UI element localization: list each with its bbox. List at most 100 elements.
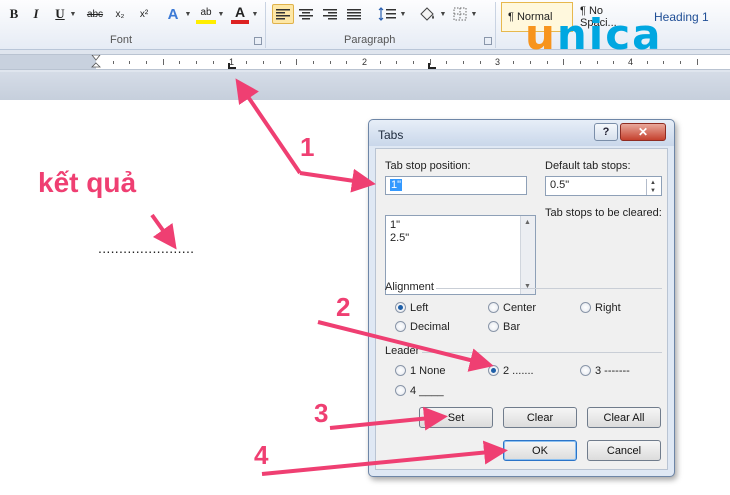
ruler-tick <box>463 61 465 64</box>
clear-button[interactable]: Clear <box>503 407 577 428</box>
alignment-left-radio[interactable] <box>395 302 406 313</box>
alignment-center-label[interactable]: Center <box>503 302 536 314</box>
superscript-button[interactable]: x² <box>134 4 154 24</box>
alignment-center-radio[interactable] <box>488 302 499 313</box>
alignment-right-label[interactable]: Right <box>595 302 621 314</box>
tab-stop-position-value: 1" <box>390 179 403 191</box>
ruler-tick <box>413 61 415 64</box>
ruler-number: 2 <box>362 57 368 67</box>
leader-dots-label[interactable]: 2 ....... <box>503 365 534 377</box>
paragraph-dialog-launcher-icon[interactable] <box>484 37 492 45</box>
ruler-tick <box>696 59 698 65</box>
dialog-title: Tabs <box>378 128 404 142</box>
ok-button[interactable]: OK <box>503 440 577 461</box>
justify-icon <box>347 9 361 20</box>
ruler-tick <box>579 61 581 64</box>
tabs-dialog: Tabs ? ✕ Tab stop position: 1" 1" 2.5" ▲… <box>368 119 675 477</box>
leader-none-label[interactable]: 1 None <box>410 365 445 377</box>
leader-divider <box>422 352 662 353</box>
list-item[interactable]: 2.5" <box>390 232 409 244</box>
tab-stop-position-label: Tab stop position: <box>385 160 471 172</box>
clear-all-button[interactable]: Clear All <box>587 407 661 428</box>
default-tab-stops-spinner[interactable]: ▲ ▼ <box>646 179 659 195</box>
ruler-tick <box>329 61 331 64</box>
line-spacing-dropdown-icon[interactable]: ▼ <box>399 4 407 24</box>
step-1-label: 1 <box>300 132 315 162</box>
ruler-area: 1 2 3 4 <box>0 50 730 100</box>
leader-dashes-label[interactable]: 3 ------- <box>595 365 630 377</box>
borders-dropdown-icon[interactable]: ▼ <box>470 4 478 24</box>
alignment-left-label[interactable]: Left <box>410 302 428 314</box>
alignment-bar-radio[interactable] <box>488 321 499 332</box>
ruler-tick <box>446 61 448 64</box>
step-4-label: 4 <box>254 440 269 470</box>
alignment-right-radio[interactable] <box>580 302 591 313</box>
ruler-tick <box>429 59 431 65</box>
ruler-tick <box>162 59 164 65</box>
leader-dashes-radio[interactable] <box>580 365 591 376</box>
alignment-bar-label[interactable]: Bar <box>503 321 520 333</box>
ruler-tick <box>563 59 565 65</box>
close-button[interactable]: ✕ <box>620 123 666 141</box>
ruler-tick <box>129 61 131 64</box>
list-scrollbar[interactable]: ▲ ▼ <box>520 216 535 294</box>
align-right-button[interactable] <box>320 4 340 24</box>
leader-none-radio[interactable] <box>395 365 406 376</box>
line-spacing-button[interactable] <box>376 4 398 24</box>
cancel-button[interactable]: Cancel <box>587 440 661 461</box>
ruler-tick <box>596 61 598 64</box>
tab-stop-position-input[interactable]: 1" <box>385 176 527 195</box>
left-tab-stop-marker[interactable] <box>228 63 236 69</box>
horizontal-ruler[interactable]: 1 2 3 4 <box>0 54 730 70</box>
ruler-tick <box>262 61 264 64</box>
default-tab-stops-label: Default tab stops: <box>545 160 631 172</box>
align-left-button[interactable] <box>272 4 294 24</box>
ruler-tick <box>312 61 314 64</box>
italic-button[interactable]: I <box>28 4 44 24</box>
ruler-tick <box>246 61 248 64</box>
dialog-titlebar[interactable]: Tabs ? ✕ <box>369 120 674 146</box>
ruler-tick <box>296 59 298 65</box>
default-tab-stops-input[interactable]: 0.5" ▲ ▼ <box>545 176 662 196</box>
ruler-tick <box>279 61 281 64</box>
alignment-label: Alignment <box>385 281 434 293</box>
text-effects-button[interactable]: A <box>164 4 182 24</box>
borders-button[interactable] <box>451 4 469 24</box>
list-item[interactable]: 1" <box>390 219 400 231</box>
underline-dropdown-icon[interactable]: ▼ <box>69 4 77 24</box>
leader-dots-radio[interactable] <box>488 365 499 376</box>
font-dialog-launcher-icon[interactable] <box>254 37 262 45</box>
leader-underline-label[interactable]: 4 ____ <box>410 385 444 397</box>
paint-bucket-icon <box>420 7 434 21</box>
indent-marker-icon[interactable] <box>91 55 101 69</box>
highlight-button[interactable]: ab <box>196 4 216 24</box>
ruler-tick <box>479 61 481 64</box>
align-center-button[interactable] <box>296 4 316 24</box>
underline-button[interactable]: U <box>52 4 68 24</box>
leader-underline-radio[interactable] <box>395 385 406 396</box>
ruler-tick <box>179 61 181 64</box>
ruler-number: 4 <box>628 57 634 67</box>
ruler-tick <box>680 61 682 64</box>
shading-button[interactable] <box>416 4 438 24</box>
subscript-button[interactable]: x₂ <box>110 4 130 24</box>
alignment-decimal-radio[interactable] <box>395 321 406 332</box>
font-color-button[interactable]: A <box>231 4 249 24</box>
step-3-label: 3 <box>314 398 329 428</box>
strikethrough-button[interactable]: abc <box>84 4 106 24</box>
bold-button[interactable]: B <box>6 4 22 24</box>
alignment-decimal-label[interactable]: Decimal <box>410 321 450 333</box>
text-effects-dropdown-icon[interactable]: ▼ <box>184 4 192 24</box>
ruler-number: 3 <box>495 57 501 67</box>
scroll-up-icon[interactable]: ▲ <box>524 219 531 226</box>
help-button[interactable]: ? <box>594 123 618 141</box>
ruler-tick <box>196 61 198 64</box>
ruler-left-margin <box>0 55 96 69</box>
font-color-dropdown-icon[interactable]: ▼ <box>251 4 259 24</box>
ruler-tick <box>513 61 515 64</box>
highlight-dropdown-icon[interactable]: ▼ <box>217 4 225 24</box>
ribbon-separator <box>265 2 266 48</box>
shading-dropdown-icon[interactable]: ▼ <box>439 4 447 24</box>
set-button[interactable]: Set <box>419 407 493 428</box>
justify-button[interactable] <box>344 4 364 24</box>
